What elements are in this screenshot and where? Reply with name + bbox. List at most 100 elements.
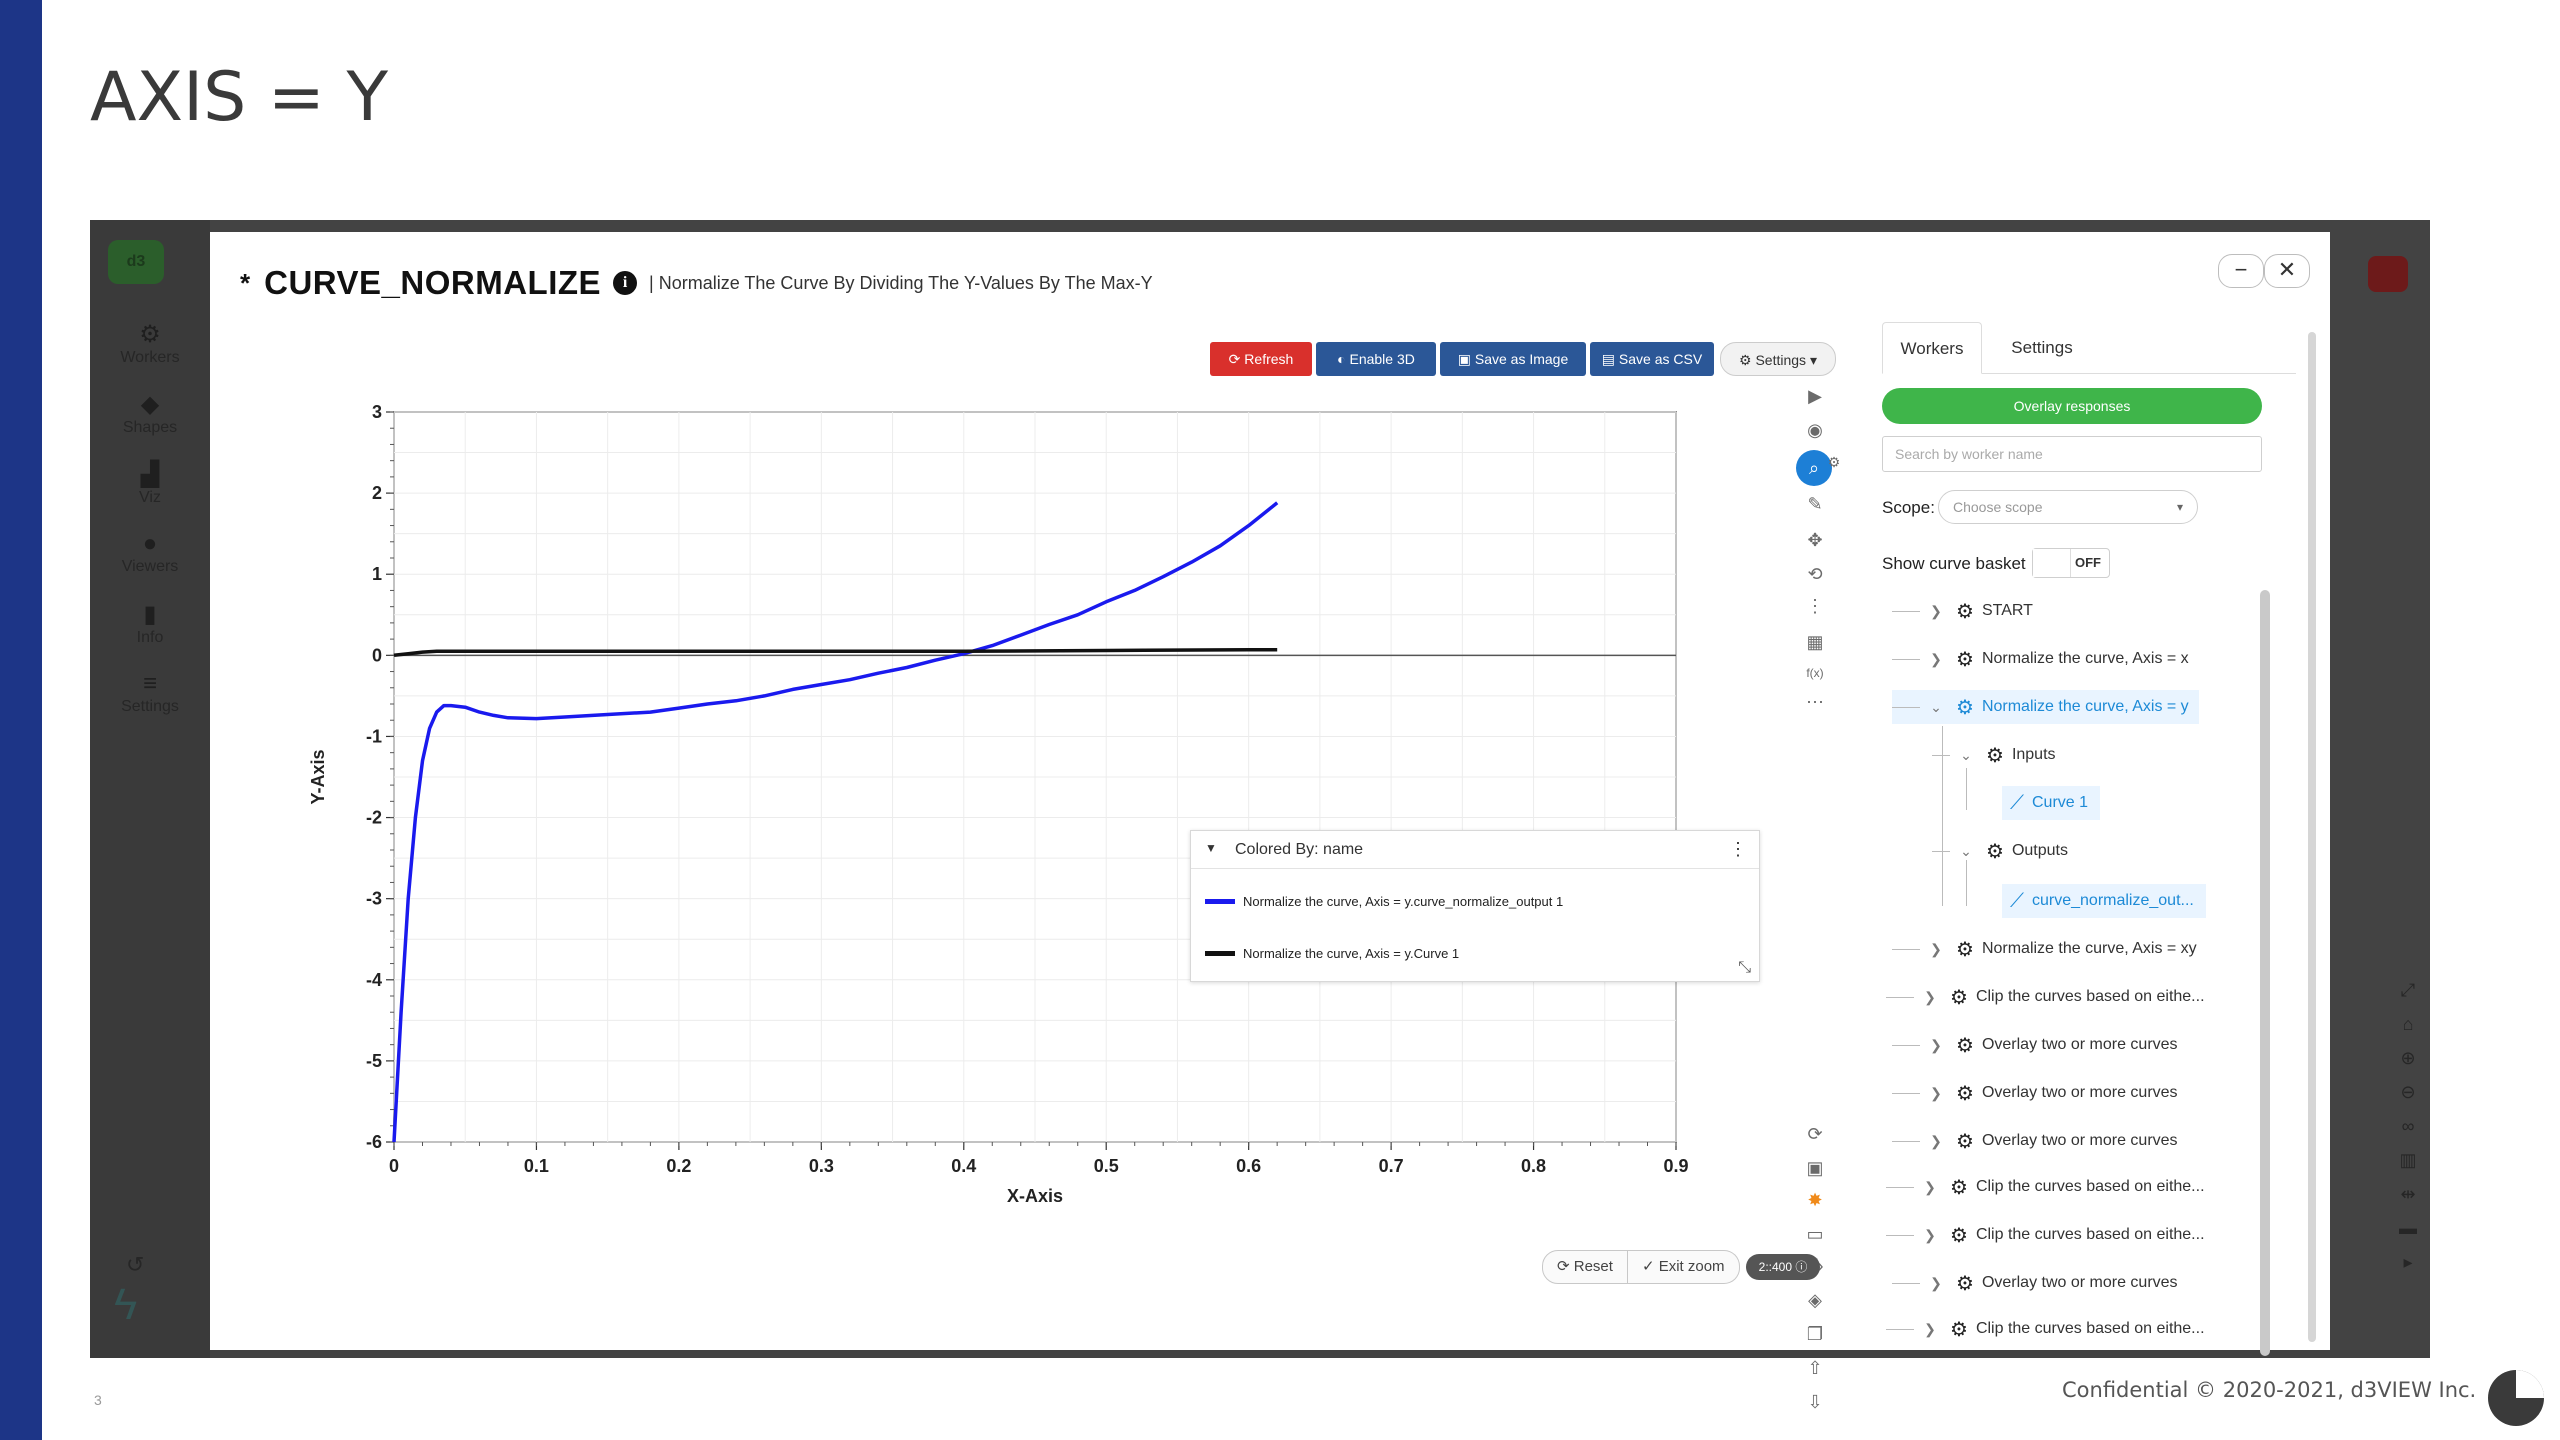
chart-icon: ▟ — [140, 461, 160, 488]
download-icon[interactable]: ⇩ — [1790, 1392, 1840, 1413]
slide-title: AXIS = Y — [90, 58, 389, 137]
curve-normalize-modal: * CURVE_NORMALIZE i | Normalize The Curv… — [210, 232, 2330, 1412]
move-icon[interactable]: ✥ — [1790, 530, 1840, 551]
zoom-in-icon[interactable]: ⊕ — [2390, 1048, 2426, 1082]
tree-node-worker[interactable]: ❯ ⚙ Clip the curves based on eithe... — [1886, 1170, 2205, 1204]
upload-icon[interactable]: ⇧ — [1790, 1358, 1840, 1379]
tree-node-worker[interactable]: ❯ ⚙ Normalize the curve, Axis = xy — [1892, 932, 2197, 966]
fit-icon[interactable]: ⇹ — [2390, 1184, 2426, 1218]
tree-node-worker[interactable]: ❯ ⚙ Clip the curves based on eithe... — [1886, 1312, 2205, 1346]
bg-sidebar-item-viewers[interactable]: ● Viewers — [90, 530, 210, 576]
tab-workers[interactable]: Workers — [1882, 322, 1982, 374]
tree-node-worker[interactable]: ❯ ⚙ Overlay two or more curves — [1892, 1028, 2178, 1062]
settings-dropdown-button[interactable]: ⚙ Settings ▾ — [1720, 342, 1836, 376]
chevron-right-icon: ❯ — [1930, 1132, 1942, 1149]
tree-node-worker-selected[interactable]: ⌄ ⚙ Normalize the curve, Axis = y — [1892, 690, 2199, 724]
bg-sidebar-item-settings[interactable]: ≡ Settings — [90, 670, 210, 716]
chart-legend[interactable]: ▼ Colored By: name ⋮ Normalize the curve… — [1190, 830, 1760, 982]
tree-node-worker[interactable]: ❯ ⚙ Overlay two or more curves — [1892, 1266, 2178, 1300]
legend-item[interactable]: Normalize the curve, Axis = y.curve_norm… — [1205, 891, 1563, 911]
pointer-icon[interactable]: ▸ — [2390, 1252, 2426, 1286]
refresh-button[interactable]: ⟳ Refresh — [1210, 342, 1312, 376]
fire-icon[interactable]: ✸ — [1790, 1190, 1840, 1211]
save-icon[interactable]: ▣ — [1790, 1158, 1840, 1179]
info-icon: ⓘ — [1792, 1260, 1808, 1274]
expand-icon[interactable]: ⤢ — [2390, 980, 2426, 1014]
table-icon[interactable]: ▦ — [1790, 632, 1840, 653]
chevron-right-icon: ❯ — [1924, 1320, 1936, 1337]
refresh-icon[interactable]: ⟳ — [1790, 1124, 1840, 1145]
tree-node-inputs[interactable]: ⌄ ⚙ Inputs — [1932, 738, 2056, 772]
eye-icon: ● — [142, 530, 158, 557]
zoom-out-icon[interactable]: ⊖ — [2390, 1082, 2426, 1116]
copy-icon[interactable]: ❐ — [1790, 1324, 1840, 1345]
link-icon[interactable]: ∞ — [2390, 1116, 2426, 1150]
tab-settings[interactable]: Settings — [1992, 322, 2092, 374]
bg-sidebar-item-shapes[interactable]: ◆ Shapes — [90, 390, 210, 437]
pen-icon[interactable]: ✎ — [1790, 494, 1840, 515]
home-icon[interactable]: ⌂ — [2390, 1014, 2426, 1048]
bars-icon[interactable]: ▥ — [2390, 1150, 2426, 1184]
enable-3d-button[interactable]: ◐ Enable 3D — [1316, 342, 1436, 376]
function-icon[interactable]: f(x) — [1790, 666, 1840, 680]
more-horizontal-icon[interactable]: ⋯ — [1790, 692, 1840, 713]
bg-sidebar-item-info[interactable]: ▮ Info — [90, 600, 210, 647]
scope-select[interactable]: Choose scope ▾ — [1938, 490, 2198, 524]
undo-icon[interactable]: ↺ — [126, 1252, 144, 1278]
eye-icon[interactable]: ◉ — [1790, 420, 1840, 441]
tree-node-outputs[interactable]: ⌄ ⚙ Outputs — [1932, 834, 2068, 868]
chevron-right-icon: ❯ — [1924, 1226, 1936, 1243]
layers-icon[interactable]: ◈ — [1790, 1290, 1840, 1311]
app-logo: d3 — [108, 240, 164, 284]
save-image-button[interactable]: ▣ Save as Image — [1440, 342, 1586, 376]
bg-sidebar-item-workers[interactable]: ⚙ Workers — [90, 320, 210, 367]
tree-node-worker[interactable]: ❯ ⚙ Normalize the curve, Axis = x — [1892, 642, 2189, 676]
collapse-caret-icon[interactable]: ▼ — [1205, 841, 1217, 855]
more-vertical-icon[interactable]: ⋮ — [1790, 596, 1840, 617]
tree-node-curve[interactable]: ⟋ curve_normalize_out... — [2002, 884, 2206, 918]
x-tick-label: 0 — [389, 1156, 399, 1176]
more-vertical-icon[interactable]: ⋮ — [1729, 839, 1747, 860]
worker-search-input[interactable] — [1882, 436, 2262, 472]
gear-icon: ⚙ — [139, 321, 161, 348]
gear-icon: ⚙ — [1956, 600, 1974, 623]
tree-node-worker[interactable]: ❯ ⚙ Overlay two or more curves — [1892, 1124, 2178, 1158]
tree-scrollbar[interactable] — [2260, 590, 2270, 1356]
bg-close-button[interactable] — [2368, 256, 2408, 292]
gear-icon: ⚙ — [1956, 1034, 1974, 1057]
tree-node-curve[interactable]: ⟋ Curve 1 — [2002, 786, 2101, 820]
resize-handle-icon[interactable]: ⤡ — [1738, 959, 1751, 977]
keyboard-icon[interactable]: ▭ — [1790, 1224, 1840, 1245]
line-chart-icon: ⟋ — [2010, 791, 2024, 814]
reset-button[interactable]: ⟳ Reset — [1542, 1250, 1628, 1284]
tree-node-worker[interactable]: ❯ ⚙ Overlay two or more curves — [1892, 1076, 2178, 1110]
tool-settings-icon[interactable]: ⚙ — [1824, 454, 1844, 471]
unsaved-marker: * — [240, 267, 251, 298]
curve-basket-toggle[interactable]: OFF — [2032, 548, 2110, 578]
tree-node-worker[interactable]: ❯ ⚙ Clip the curves based on eithe... — [1886, 1218, 2205, 1252]
play-icon[interactable]: ▶ — [1790, 386, 1840, 407]
legend-title: Colored By: name — [1235, 841, 1364, 858]
chevron-down-icon: ⌄ — [1960, 842, 1972, 859]
refresh-icon: ⟳ — [1557, 1258, 1574, 1275]
sync-icon[interactable]: ⟲ — [1790, 564, 1840, 585]
bg-sidebar-item-viz[interactable]: ▟ Viz — [90, 460, 210, 507]
slide-number: 3 — [94, 1392, 102, 1408]
save-csv-button[interactable]: ▤ Save as CSV — [1590, 342, 1714, 376]
overlay-responses-button[interactable]: Overlay responses — [1882, 388, 2262, 424]
modal-description: | Normalize The Curve By Dividing The Y-… — [649, 272, 1153, 293]
panel-tabs: Workers Settings — [1882, 322, 2296, 374]
x-tick-label: 0.9 — [1663, 1156, 1688, 1176]
x-axis-label: X-Axis — [1007, 1186, 1063, 1206]
tree-node-start[interactable]: ❯ ⚙ START — [1892, 594, 2033, 628]
close-button[interactable]: ✕ — [2264, 254, 2310, 288]
chart[interactable]: 0 0.1 0.2 0.3 0.4 0.5 0.6 0.7 0.8 0.9 3 2 1 0 -1 -2 -3 -4… — [240, 382, 1780, 1262]
legend-item[interactable]: Normalize the curve, Axis = y.Curve 1 — [1205, 943, 1459, 963]
exit-zoom-button[interactable]: ✓ Exit zoom — [1627, 1250, 1740, 1284]
trash-icon[interactable]: ▬ — [2390, 1218, 2426, 1252]
minimize-button[interactable]: − — [2218, 254, 2264, 288]
info-icon[interactable]: i — [613, 271, 638, 295]
modal-scrollbar[interactable] — [2308, 332, 2316, 1342]
bg-sidebar: d3 ⚙ Workers ◆ Shapes ▟ Viz ● Viewers ▮ Info … — [90, 220, 210, 1358]
tree-node-worker[interactable]: ❯ ⚙ Clip the curves based on eithe... — [1886, 980, 2205, 1014]
